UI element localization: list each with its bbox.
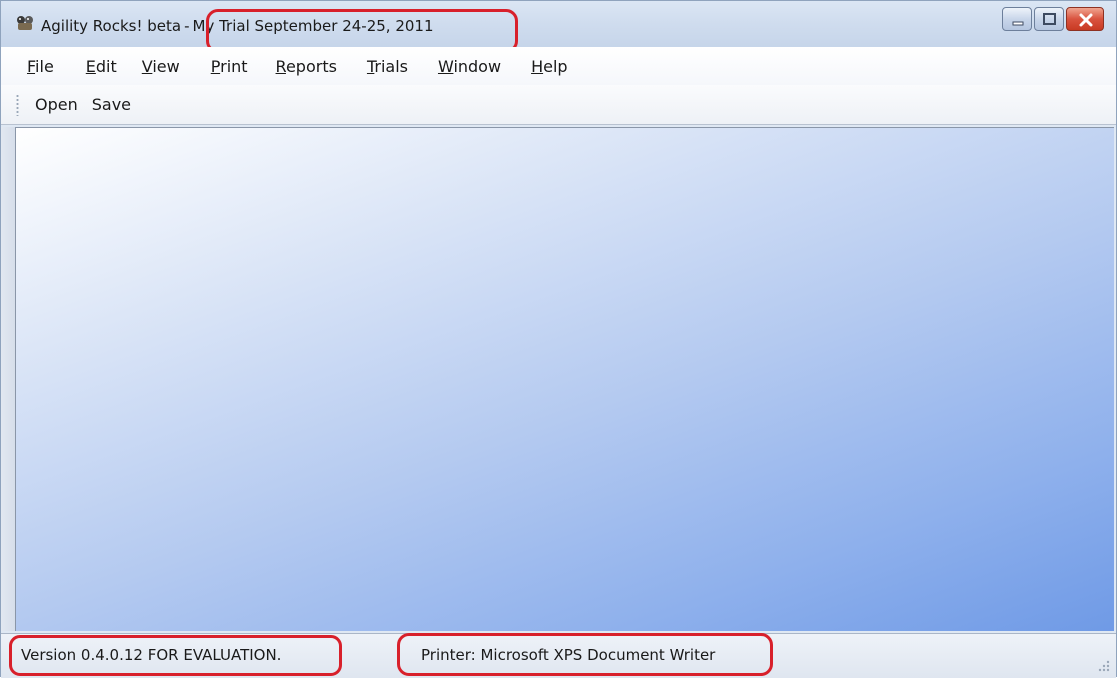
version-highlight-annotation [9, 635, 342, 676]
minimize-button[interactable] [1002, 7, 1032, 31]
title-bar[interactable]: Agility Rocks! beta - My Trial September 2… [1, 1, 1116, 47]
save-button[interactable]: Save [86, 91, 137, 118]
title-separator: - [184, 17, 190, 35]
close-button[interactable] [1066, 7, 1104, 31]
printer-highlight-annotation [397, 633, 773, 676]
menu-reports[interactable]: Reports [276, 53, 337, 80]
menu-print[interactable]: Print [211, 53, 248, 80]
resize-grip-icon[interactable] [1096, 658, 1110, 672]
close-icon [1079, 13, 1093, 27]
menu-file[interactable]: File [27, 53, 54, 80]
menu-help[interactable]: Help [531, 53, 567, 80]
menu-view[interactable]: View [142, 53, 180, 80]
minimize-icon [1012, 21, 1024, 26]
menu-window[interactable]: Window [438, 53, 501, 80]
menu-trials[interactable]: Trials [367, 53, 408, 80]
toolbar: Open Save [1, 85, 1116, 125]
maximize-icon [1043, 13, 1056, 25]
menu-bar: File Edit View Print Reports Trials Wind… [1, 47, 1116, 85]
app-dog-icon [17, 16, 33, 30]
menu-edit[interactable]: Edit [86, 53, 117, 80]
window-controls [1002, 7, 1104, 31]
maximize-button[interactable] [1034, 7, 1064, 31]
open-button[interactable]: Open [29, 91, 84, 118]
app-window: Agility Rocks! beta - My Trial September 2… [0, 0, 1117, 678]
app-name: Agility Rocks! beta [41, 17, 182, 35]
mdi-client-area[interactable] [15, 127, 1114, 631]
left-frame-strip [1, 127, 15, 631]
toolbar-grip[interactable] [16, 93, 19, 116]
